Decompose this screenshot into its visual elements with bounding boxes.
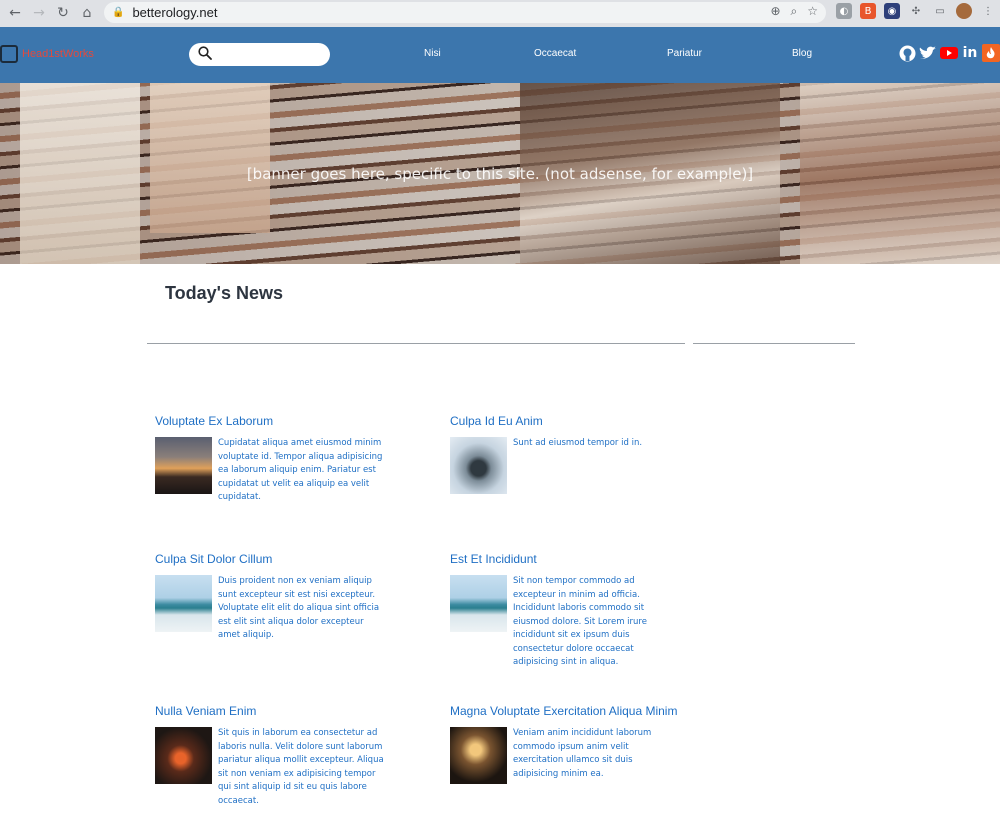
article-thumbnail[interactable]: [450, 575, 507, 632]
extension-icon[interactable]: ◐: [836, 3, 852, 19]
article-excerpt: Sunt ad eiusmod tempor id in.: [513, 438, 643, 448]
zoom-icon[interactable]: ⌕: [791, 4, 798, 19]
article-excerpt: Duis proident non ex veniam aliquip sunt…: [218, 576, 380, 640]
article-title-link[interactable]: Culpa Sit Dolor Cillum: [155, 552, 385, 566]
search-icon[interactable]: [198, 46, 212, 60]
browser-menu-icon[interactable]: ⋮: [980, 3, 996, 19]
social-links: in: [898, 44, 1000, 62]
article-thumbnail[interactable]: [450, 437, 507, 494]
forward-icon[interactable]: →: [28, 2, 50, 24]
article-card: Nulla Veniam Enim Sit quis in laborum ea…: [155, 704, 385, 808]
nav-link-occaecat[interactable]: Occaecat: [534, 48, 576, 59]
feed-icon[interactable]: [982, 44, 1000, 62]
logo-text: Head1stWorks: [22, 48, 94, 60]
linkedin-icon[interactable]: in: [961, 44, 979, 62]
banner-photo-detail: [150, 83, 270, 233]
article-title-link[interactable]: Est Et Incididunt: [450, 552, 680, 566]
article-title-link[interactable]: Culpa Id Eu Anim: [450, 414, 680, 428]
extensions-puzzle-icon[interactable]: ✣: [908, 3, 924, 19]
article-excerpt: Sit non tempor commodo ad excepteur in m…: [513, 576, 647, 667]
article-card: Magna Voluptate Exercitation Aliqua Mini…: [450, 704, 680, 784]
browser-toolbar: ← → ↻ ⌂ 🔒 betterology.net ⊕ ⌕ ☆ ◐ B ◉ ✣ …: [0, 0, 1000, 27]
article-card: Voluptate Ex Laborum Cupidatat aliqua am…: [155, 414, 385, 505]
article-title-link[interactable]: Nulla Veniam Enim: [155, 704, 385, 718]
extension-icon[interactable]: B: [860, 3, 876, 19]
install-app-icon[interactable]: ⊕: [770, 4, 780, 19]
nav-link-pariatur[interactable]: Pariatur: [667, 48, 702, 59]
site-logo[interactable]: Head1stWorks: [0, 45, 94, 63]
article-thumbnail[interactable]: [155, 437, 212, 494]
nav-link-blog[interactable]: Blog: [792, 48, 812, 59]
article-excerpt: Sit quis in laborum ea consectetur ad la…: [218, 728, 384, 806]
logo-icon: [0, 45, 18, 63]
article-card: Culpa Sit Dolor Cillum Duis proident non…: [155, 552, 385, 643]
hero-banner: [banner goes here, specific to this site…: [0, 83, 1000, 264]
youtube-icon[interactable]: [940, 44, 958, 62]
page-title: Today's News: [165, 283, 283, 303]
github-icon[interactable]: [898, 44, 916, 62]
article-thumbnail[interactable]: [155, 727, 212, 784]
nav-link-nisi[interactable]: Nisi: [424, 48, 441, 59]
sidebar-divider: [693, 343, 855, 344]
extension-icon[interactable]: ◉: [884, 3, 900, 19]
cast-icon[interactable]: ▭: [932, 3, 948, 19]
article-thumbnail[interactable]: [450, 727, 507, 784]
address-bar[interactable]: 🔒 betterology.net ⊕ ⌕ ☆: [104, 2, 826, 23]
banner-text: [banner goes here, specific to this site…: [246, 165, 754, 183]
address-url[interactable]: betterology.net: [132, 5, 217, 20]
article-card: Culpa Id Eu Anim Sunt ad eiusmod tempor …: [450, 414, 680, 494]
article-title-link[interactable]: Magna Voluptate Exercitation Aliqua Mini…: [450, 704, 680, 718]
search-box[interactable]: [189, 43, 330, 66]
search-input[interactable]: [217, 45, 322, 64]
lock-icon: 🔒: [112, 7, 125, 18]
bookmark-star-icon[interactable]: ☆: [807, 4, 818, 19]
article-thumbnail[interactable]: [155, 575, 212, 632]
twitter-icon[interactable]: [919, 44, 937, 62]
article-card: Est Et Incididunt Sit non tempor commodo…: [450, 552, 680, 670]
main-divider: [147, 343, 685, 344]
home-icon[interactable]: ⌂: [76, 2, 98, 24]
article-title-link[interactable]: Voluptate Ex Laborum: [155, 414, 385, 428]
back-icon[interactable]: ←: [4, 2, 26, 24]
profile-avatar[interactable]: [956, 3, 972, 19]
article-excerpt: Veniam anim incididunt laborum commodo i…: [513, 728, 652, 779]
site-header: Head1stWorks Nisi Occaecat Pariatur Blog…: [0, 27, 1000, 83]
reload-icon[interactable]: ↻: [52, 2, 74, 24]
article-excerpt: Cupidatat aliqua amet eiusmod minim volu…: [218, 438, 383, 502]
